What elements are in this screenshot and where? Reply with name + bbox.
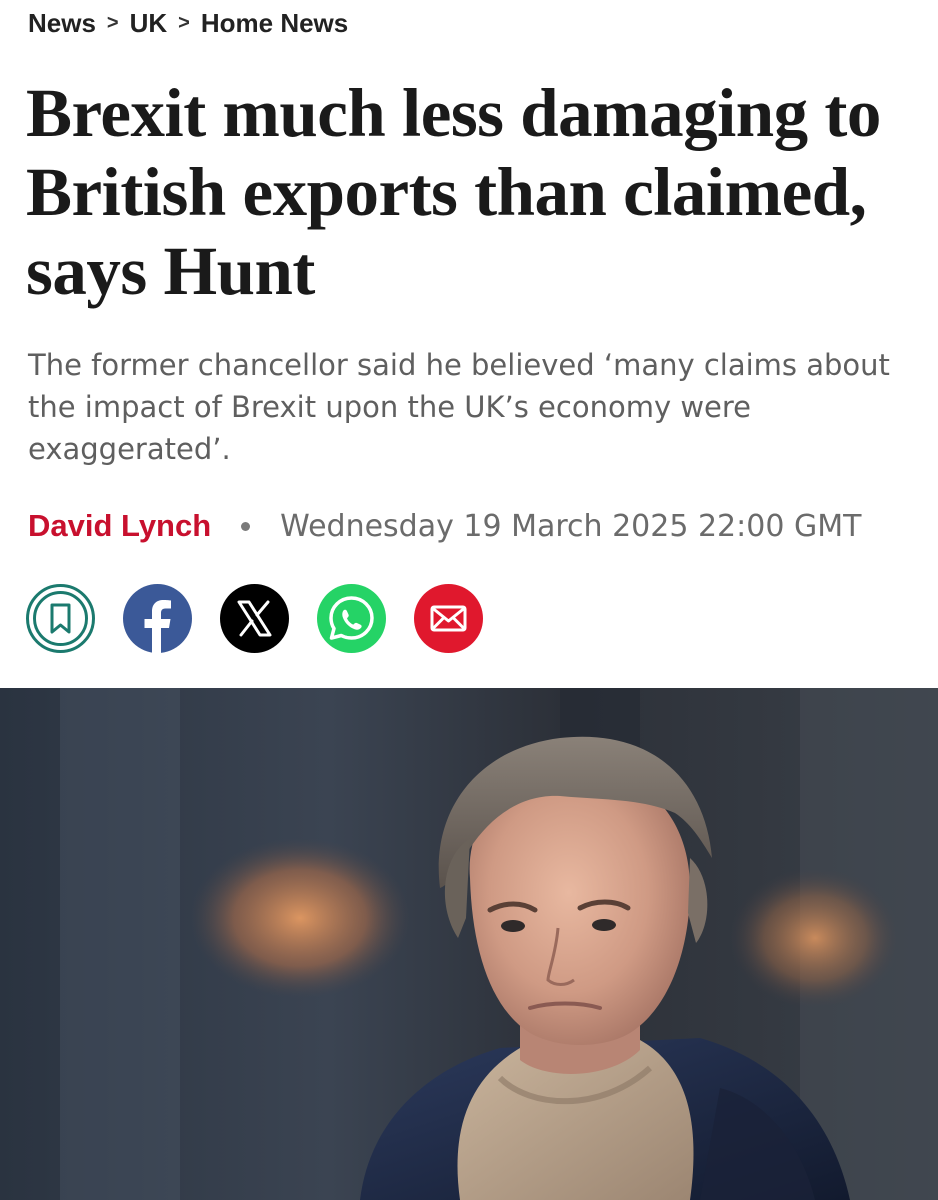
article-headline: Brexit much less damaging to British exp… (26, 75, 881, 309)
byline: David Lynch Wednesday 19 March 2025 22:0… (28, 508, 861, 544)
breadcrumb-home-news-link[interactable]: Home News (201, 8, 348, 39)
bookmark-icon (26, 584, 95, 653)
breadcrumb-uk-link[interactable]: UK (130, 8, 168, 39)
whatsapp-share-button[interactable] (317, 584, 386, 653)
whatsapp-icon (317, 584, 386, 653)
x-icon (220, 584, 289, 653)
article-standfirst: The former chancellor said he believed ‘… (28, 348, 890, 466)
breadcrumb-separator: > (106, 12, 119, 34)
hero-image (0, 688, 938, 1200)
share-bar (26, 584, 483, 653)
breadcrumb: News > UK > Home News (28, 8, 348, 39)
author-link[interactable]: David Lynch (28, 508, 211, 544)
facebook-icon (123, 584, 192, 653)
breadcrumb-news-link[interactable]: News (28, 8, 96, 39)
portrait-photo (0, 688, 938, 1200)
publish-date: Wednesday 19 March 2025 22:00 GMT (280, 508, 862, 544)
breadcrumb-separator: > (178, 12, 190, 34)
bookmark-button[interactable] (26, 584, 95, 653)
envelope-icon (414, 584, 483, 653)
facebook-share-button[interactable] (123, 584, 192, 653)
email-share-button[interactable] (414, 584, 483, 653)
x-share-button[interactable] (220, 584, 289, 653)
byline-separator-dot (241, 521, 251, 531)
